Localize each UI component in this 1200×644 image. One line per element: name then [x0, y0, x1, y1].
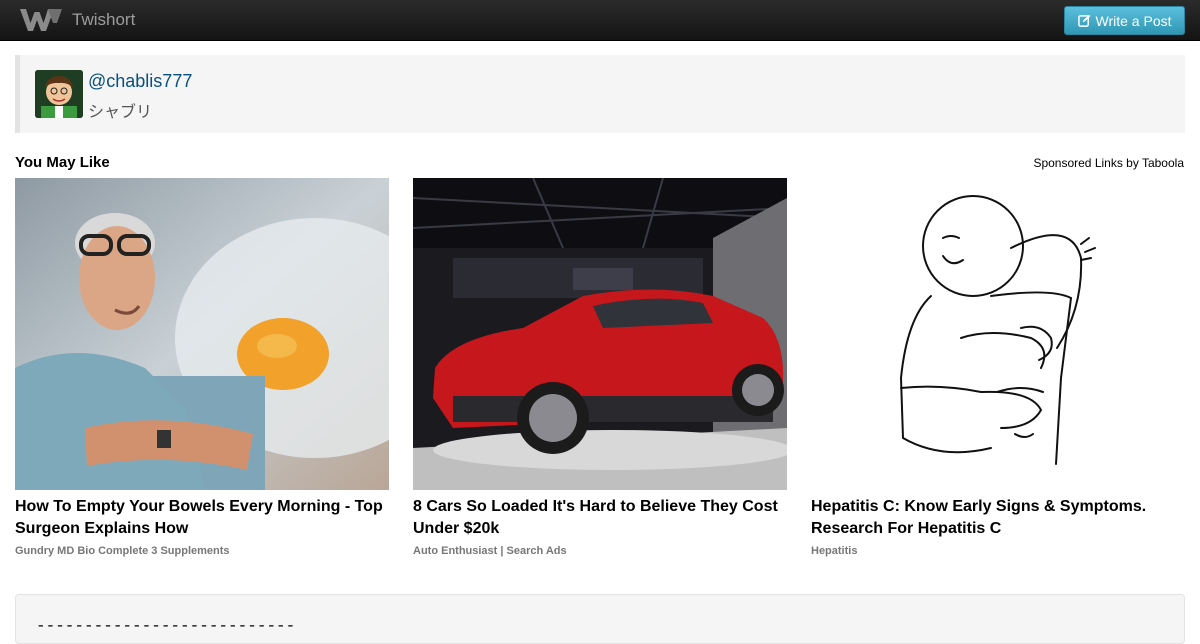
top-navbar: Twishort Write a Post	[0, 0, 1200, 41]
avatar[interactable]	[35, 70, 83, 118]
recommendations-heading: You May Like	[15, 154, 110, 171]
post-divider-text: ---------------------------	[36, 617, 296, 635]
recommendation-card[interactable]: Hepatitis C: Know Early Signs & Symptoms…	[811, 178, 1185, 557]
surgeon-thumbnail[interactable]	[15, 178, 389, 490]
user-card: @chablis777 シャブリ	[15, 55, 1185, 133]
recommendation-card[interactable]: 8 Cars So Loaded It's Hard to Believe Th…	[413, 178, 787, 557]
card-title[interactable]: How To Empty Your Bowels Every Morning -…	[15, 496, 389, 540]
card-title[interactable]: Hepatitis C: Know Early Signs & Symptoms…	[811, 496, 1185, 540]
edit-icon	[1077, 14, 1090, 27]
sponsored-links-label[interactable]: Sponsored Links by Taboola	[1033, 156, 1184, 170]
post-content-box: ---------------------------	[15, 594, 1185, 644]
user-display-name: シャブリ	[88, 104, 153, 121]
write-post-label: Write a Post	[1095, 12, 1172, 29]
brand-name[interactable]: Twishort	[72, 10, 135, 30]
card-title[interactable]: 8 Cars So Loaded It's Hard to Believe Th…	[413, 496, 787, 540]
illustration-thumbnail[interactable]	[811, 178, 1185, 490]
card-source[interactable]: Gundry MD Bio Complete 3 Supplements	[15, 545, 389, 557]
twishort-logo-icon[interactable]	[18, 6, 64, 34]
recommendation-card[interactable]: How To Empty Your Bowels Every Morning -…	[15, 178, 389, 557]
card-source[interactable]: Hepatitis	[811, 545, 1185, 557]
car-thumbnail[interactable]	[413, 178, 787, 490]
card-source[interactable]: Auto Enthusiast | Search Ads	[413, 545, 787, 557]
write-post-button[interactable]: Write a Post	[1064, 6, 1185, 35]
user-handle[interactable]: @chablis777	[88, 71, 192, 92]
